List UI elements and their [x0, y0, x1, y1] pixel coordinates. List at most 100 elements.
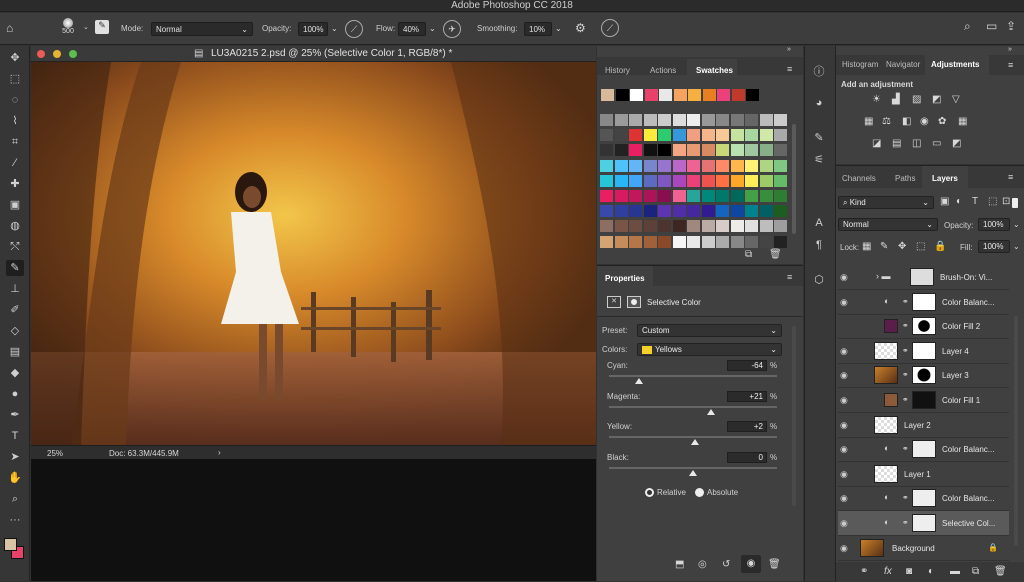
selective-color-adj-icon[interactable]: ◩	[952, 138, 961, 149]
dodge-tool-icon[interactable]: ●	[6, 386, 24, 402]
trash-icon[interactable]: 🗑	[994, 566, 1007, 577]
opacity-chevron-icon[interactable]: ⌄	[1013, 220, 1020, 229]
panel-menu-icon[interactable]: ≡	[787, 272, 792, 282]
eye-icon[interactable]: ◉	[840, 493, 848, 504]
swatch[interactable]	[643, 174, 657, 187]
brush-settings-dock-icon[interactable]: ✎	[808, 128, 830, 148]
slider-track[interactable]	[609, 436, 777, 438]
new-group-icon[interactable]: ▬	[950, 566, 960, 577]
path-select-tool-icon[interactable]: ➤	[6, 449, 24, 465]
link-icon[interactable]: ⚭	[902, 395, 909, 404]
swatch[interactable]	[629, 144, 642, 157]
eye-icon[interactable]: ◉	[840, 444, 848, 455]
swatch[interactable]	[643, 205, 657, 218]
link-icon[interactable]: ⚭	[902, 518, 909, 527]
healing-tool-icon[interactable]: ✚	[6, 176, 24, 192]
brightness-icon[interactable]: ☀	[872, 94, 881, 105]
swatch[interactable]	[687, 159, 700, 172]
fill-input[interactable]: 100%	[978, 240, 1010, 253]
visibility-toggle[interactable]: ◉	[741, 555, 761, 573]
swatch[interactable]	[672, 114, 686, 126]
color-lookup-icon[interactable]: ▦	[958, 116, 967, 127]
slider-thumb[interactable]	[689, 470, 697, 476]
swatch[interactable]	[730, 114, 744, 126]
swatch[interactable]	[745, 190, 758, 202]
recent-swatch[interactable]	[644, 89, 658, 101]
colors-select[interactable]: Yellows ⌄	[637, 343, 782, 356]
swatch[interactable]	[643, 144, 657, 157]
tab-channels[interactable]: Channels	[842, 174, 876, 183]
clip-to-layer-icon[interactable]: ⬒	[675, 559, 684, 570]
swatch[interactable]	[629, 129, 642, 142]
gear-icon[interactable]: ⚙	[575, 21, 586, 35]
filter-smart-icon[interactable]: ⊡	[1002, 196, 1010, 207]
recent-swatch[interactable]	[688, 89, 701, 101]
layer-mask-thumbnail[interactable]	[910, 268, 934, 286]
swatch[interactable]	[672, 220, 686, 233]
eraser-tool-icon[interactable]: ◇	[6, 323, 24, 339]
swatch[interactable]	[658, 174, 671, 187]
mask-icon[interactable]	[627, 296, 641, 308]
recent-swatch[interactable]	[615, 89, 629, 101]
layer-thumbnail[interactable]	[884, 393, 898, 407]
smoothing-input[interactable]: 10%	[524, 22, 552, 36]
swatch[interactable]	[614, 159, 628, 172]
lock-position-icon[interactable]: ✥	[898, 241, 906, 252]
swatch[interactable]	[629, 235, 642, 248]
move-tool-icon[interactable]: ✥	[6, 50, 24, 66]
swatch[interactable]	[716, 220, 729, 233]
swatch[interactable]	[658, 159, 671, 172]
swatch[interactable]	[716, 235, 729, 248]
brush-presets-icon[interactable]: ⚟	[808, 150, 830, 170]
swatch[interactable]	[701, 159, 715, 172]
swatch[interactable]	[614, 114, 628, 126]
exposure-icon[interactable]: ◩	[932, 94, 941, 105]
swatch[interactable]	[614, 220, 628, 233]
fx-icon[interactable]: fx	[884, 566, 892, 577]
scrollbar[interactable]	[1014, 316, 1018, 546]
layer-thumbnail[interactable]	[860, 538, 884, 557]
lock-all-icon[interactable]: 🔒	[934, 241, 946, 252]
swatch[interactable]	[759, 235, 773, 248]
patch-tool-icon[interactable]: ⤲	[6, 239, 24, 255]
layer-row[interactable]: ◉ › ▬ Brush-On: Vi...	[838, 265, 1009, 290]
paragraph-icon[interactable]: ¶	[808, 235, 830, 255]
swatch[interactable]	[745, 205, 758, 218]
minimize-window-icon[interactable]	[53, 50, 61, 58]
swatch[interactable]	[672, 174, 686, 187]
recent-swatch[interactable]	[702, 89, 716, 101]
photo-filter-icon[interactable]: ◉	[920, 116, 929, 127]
swatch[interactable]	[600, 159, 613, 172]
tab-layers[interactable]: Layers	[932, 174, 958, 183]
swatch[interactable]	[672, 205, 686, 218]
swatch[interactable]	[745, 114, 758, 126]
swatch[interactable]	[687, 235, 700, 248]
swatch[interactable]	[745, 144, 758, 157]
tab-actions[interactable]: Actions	[650, 66, 676, 75]
slider-track[interactable]	[609, 375, 777, 377]
new-swatch-icon[interactable]: ⧉	[745, 249, 752, 260]
pressure-opacity-icon[interactable]: ⟋	[345, 20, 363, 38]
hue-saturation-icon[interactable]: ▦	[864, 116, 873, 127]
swatch[interactable]	[759, 220, 773, 233]
layer-row[interactable]: ◉ ◐ ⚭ Color Balanc...	[838, 437, 1009, 463]
swatch[interactable]	[745, 159, 758, 172]
swatch[interactable]	[687, 129, 700, 142]
panel-collapse-icon[interactable]: »	[787, 46, 791, 53]
tab-navigator[interactable]: Navigator	[886, 60, 920, 69]
black-white-icon[interactable]: ◧	[902, 116, 911, 127]
foreground-color-swatch[interactable]	[4, 538, 17, 551]
scrollbar[interactable]	[792, 326, 796, 506]
layer-row[interactable]: ◉ ◐ ⚭ Color Balanc...	[838, 290, 1009, 315]
eye-icon[interactable]: ◉	[840, 272, 848, 283]
panel-menu-icon[interactable]: ≡	[1008, 172, 1013, 182]
properties-title[interactable]: Properties	[605, 274, 645, 283]
layer-thumbnail[interactable]	[874, 341, 898, 360]
filter-shape-icon[interactable]: ⬚	[988, 196, 997, 207]
curves-icon[interactable]: ▨	[912, 94, 921, 105]
workspace-icon[interactable]: ▭	[986, 19, 997, 33]
layer-opacity-input[interactable]: 100%	[978, 218, 1010, 231]
clone-stamp-tool-icon[interactable]: ⊥	[6, 281, 24, 297]
gradient-map-icon[interactable]: ▭	[932, 138, 941, 149]
eyedropper-tool-icon[interactable]: ⁄	[6, 155, 24, 171]
